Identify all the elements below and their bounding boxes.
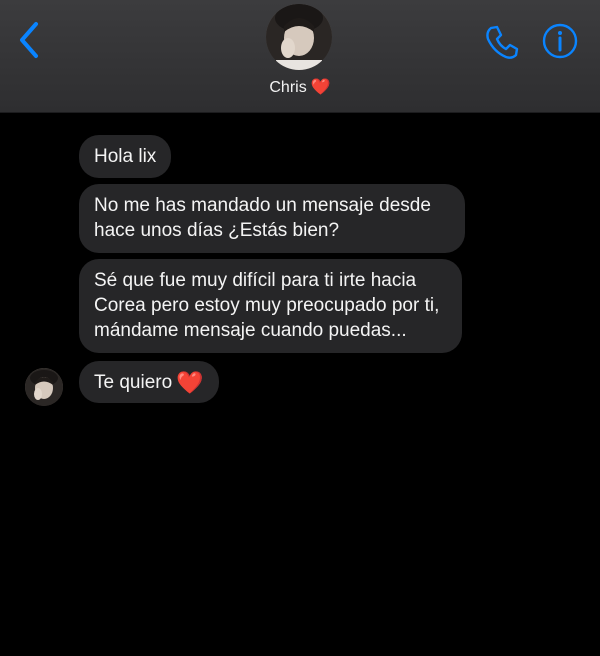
chat-header: Chris ❤️ [0, 0, 600, 113]
call-button[interactable] [482, 22, 522, 62]
info-icon [542, 23, 578, 59]
message-bubble[interactable]: Hola lix [79, 135, 172, 178]
contact-name-row[interactable]: Chris ❤️ [0, 77, 600, 97]
contact-avatar[interactable] [266, 4, 332, 70]
avatar-photo [25, 368, 63, 406]
heart-emoji: ❤️ [310, 79, 331, 96]
avatar-photo [266, 4, 332, 70]
message-text: No me has mandado un mensaje desde hace … [94, 195, 431, 241]
message-bubble[interactable]: Te quiero ❤️ [79, 361, 219, 403]
message-bubble[interactable]: Sé que fue muy difícil para ti irte haci… [79, 259, 462, 353]
chevron-left-icon [20, 22, 38, 58]
message-text: Te quiero [94, 372, 173, 393]
message-list[interactable]: Hola lix No me has mandado un mensaje de… [0, 112, 600, 656]
sender-avatar[interactable] [25, 368, 63, 406]
heart-emoji: ❤️ [176, 370, 204, 395]
back-button[interactable] [14, 20, 48, 60]
message-text: Hola lix [94, 146, 157, 167]
phone-icon [486, 25, 519, 59]
message-text: Sé que fue muy difícil para ti irte haci… [94, 270, 440, 341]
chat-screen: Chris ❤️ Hola lix No me has mandado un me… [0, 0, 600, 656]
contact-name: Chris [269, 79, 307, 96]
info-button[interactable] [540, 21, 580, 61]
message-bubble[interactable]: No me has mandado un mensaje desde hace … [79, 184, 465, 253]
